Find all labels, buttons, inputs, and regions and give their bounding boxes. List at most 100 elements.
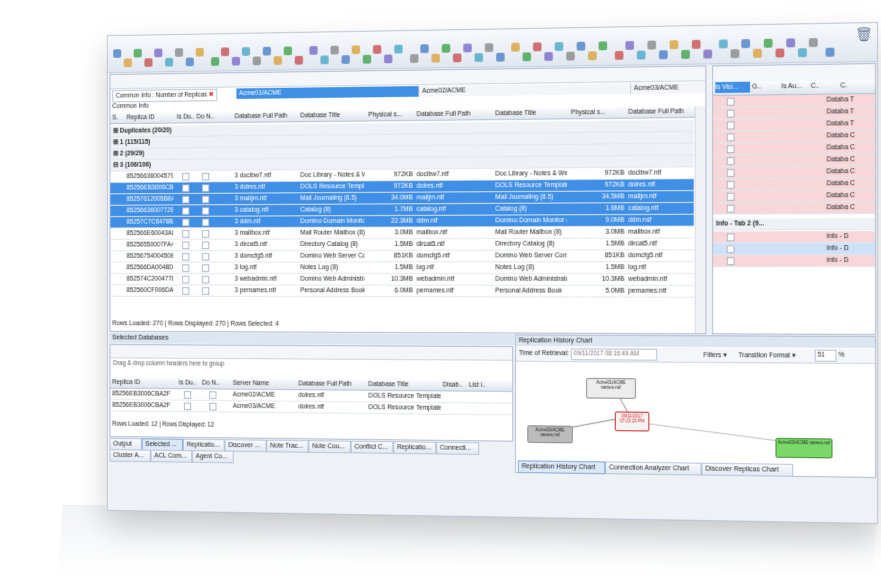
chart-tab[interactable]: Connection Analyzer Chart xyxy=(605,461,701,475)
toolbar-button-icon[interactable] xyxy=(154,49,162,58)
toolbar-button-icon[interactable] xyxy=(175,48,183,57)
selected-column-header[interactable]: Database Title xyxy=(368,379,440,390)
row-checkbox[interactable] xyxy=(202,173,209,181)
toolbar-button-icon[interactable] xyxy=(263,47,271,56)
server-band-3[interactable]: Acme03/ACME xyxy=(630,82,705,94)
row-checkbox[interactable] xyxy=(182,276,189,284)
right-column-header[interactable]: Is Au... xyxy=(781,81,808,92)
toolbar-button-icon[interactable] xyxy=(809,38,818,47)
right-checkbox[interactable] xyxy=(727,181,735,189)
right-checkbox[interactable] xyxy=(727,145,735,153)
right-row[interactable]: Databa C xyxy=(713,190,875,203)
row-checkbox[interactable] xyxy=(182,184,189,192)
chart-node-acme03[interactable]: Acme03/ACME names.nsf xyxy=(775,438,832,459)
toolbar-button-icon[interactable] xyxy=(825,48,834,57)
toolbar-button-icon[interactable] xyxy=(113,49,121,58)
retrieval-time-field[interactable]: 09/11/2017 08:16:49 AM xyxy=(571,348,657,360)
toolbar-button-icon[interactable] xyxy=(681,50,690,59)
selected-column-header[interactable]: Is Du.. xyxy=(179,378,201,389)
toolbar-button-icon[interactable] xyxy=(221,47,229,56)
toolbar-button-icon[interactable] xyxy=(533,42,542,51)
row-checkbox[interactable] xyxy=(182,207,189,215)
row-checkbox[interactable] xyxy=(202,276,209,284)
right-column-header[interactable]: C.. xyxy=(811,81,839,92)
info-checkbox[interactable] xyxy=(727,257,735,265)
toolbar-button-icon[interactable] xyxy=(196,48,204,57)
table-row[interactable]: 852574C200477845 3 webadmin.ntf Domino Web… xyxy=(110,274,693,286)
transition-format-menu[interactable]: Transition Format ▾ xyxy=(738,351,795,359)
toolbar-button-icon[interactable] xyxy=(485,43,493,52)
selected-column-header[interactable]: Do N.. xyxy=(202,378,231,389)
table-row[interactable]: 85256754004508DC 3 domcfg5.ntf Domino Web … xyxy=(110,250,693,262)
column-header[interactable]: Database Full Path xyxy=(628,106,702,118)
info-row[interactable]: Info - D xyxy=(713,231,875,243)
right-column-header[interactable]: G.. xyxy=(752,81,779,92)
right-checkbox[interactable] xyxy=(727,133,735,141)
row-checkbox[interactable] xyxy=(182,230,189,238)
column-header[interactable]: Database Title xyxy=(300,110,365,121)
row-checkbox[interactable] xyxy=(202,219,209,227)
bottom-tab[interactable]: Connecti... xyxy=(436,442,479,455)
toolbar-button-icon[interactable] xyxy=(496,53,504,62)
right-column-header[interactable]: Is Visi... xyxy=(715,82,750,93)
toolbar-button-icon[interactable] xyxy=(394,45,402,54)
row-checkbox[interactable] xyxy=(182,196,189,204)
toolbar-button-icon[interactable] xyxy=(566,52,575,61)
toolbar-button-icon[interactable] xyxy=(362,55,370,64)
column-header[interactable]: Physical s... xyxy=(571,107,625,118)
chart-tab[interactable]: Replication History Chart xyxy=(518,460,605,474)
zoom-input[interactable]: 51 xyxy=(815,350,837,362)
selected-column-header[interactable]: Replica ID xyxy=(112,377,176,388)
toolbar-button-icon[interactable] xyxy=(373,45,381,54)
bottom-tab[interactable]: Note Trac... xyxy=(266,440,308,453)
chart-tab[interactable]: Discover Replicas Chart xyxy=(701,463,793,477)
row-checkbox[interactable] xyxy=(202,184,209,192)
toolbar-button-icon[interactable] xyxy=(730,49,739,58)
right-checkbox[interactable] xyxy=(727,121,735,129)
column-header[interactable]: S. xyxy=(112,113,124,124)
row-checkbox[interactable] xyxy=(182,242,189,250)
right-checkbox[interactable] xyxy=(727,193,735,201)
bottom-tab[interactable]: Conflict C... xyxy=(351,441,394,454)
toolbar-button-icon[interactable] xyxy=(798,48,807,57)
toolbar-button-icon[interactable] xyxy=(134,49,142,58)
server-band-2[interactable]: Acme02/ACME xyxy=(418,83,632,96)
toolbar-button-icon[interactable] xyxy=(636,51,645,60)
toolbar-button-icon[interactable] xyxy=(320,55,328,64)
right-group-row[interactable]: Info - Tab 2 (9... xyxy=(713,218,875,230)
toolbar-button-icon[interactable] xyxy=(284,46,292,55)
selected-column-header[interactable]: Database Full Path xyxy=(298,379,366,390)
chart-node-acme01[interactable]: Acme01/ACME names.nsf xyxy=(586,378,636,399)
toolbar-button-icon[interactable] xyxy=(252,57,260,66)
toolbar-button-icon[interactable] xyxy=(294,56,302,65)
row-checkbox[interactable] xyxy=(182,287,189,295)
toolbar-button-icon[interactable] xyxy=(242,47,250,56)
toolbar-button-icon[interactable] xyxy=(453,53,461,62)
toolbar-button-icon[interactable] xyxy=(670,40,679,49)
toolbar-button-icon[interactable] xyxy=(647,41,656,50)
toolbar-button-icon[interactable] xyxy=(431,54,439,63)
toolbar-button-icon[interactable] xyxy=(341,55,349,64)
toolbar-button-icon[interactable] xyxy=(719,39,728,48)
selected-column-header[interactable]: Server Name xyxy=(233,378,297,389)
server-band-1[interactable]: Acme01/ACME xyxy=(236,86,419,99)
row-checkbox[interactable] xyxy=(182,173,189,181)
toolbar-button-icon[interactable] xyxy=(442,44,450,53)
toolbar-button-icon[interactable] xyxy=(420,44,428,53)
right-row[interactable]: Databa C xyxy=(713,178,875,191)
toolbar-button-icon[interactable] xyxy=(231,57,239,66)
chart-node-time[interactable]: 09/11/2017 07:23:15 PM xyxy=(615,411,650,431)
toolbar-button-icon[interactable] xyxy=(786,38,795,47)
toolbar-button-icon[interactable] xyxy=(331,46,339,55)
selected-checkbox[interactable] xyxy=(184,391,191,399)
toolbar-button-icon[interactable] xyxy=(352,45,360,54)
toolbar-button-icon[interactable] xyxy=(522,52,531,61)
toolbar-button-icon[interactable] xyxy=(474,53,482,62)
selected-column-header[interactable]: Disab.. xyxy=(443,380,467,391)
column-header[interactable]: Database Full Path xyxy=(235,111,298,122)
bottom-tab[interactable]: Replicatio... xyxy=(393,441,436,454)
toolbar-button-icon[interactable] xyxy=(384,54,392,63)
toolbar-button-icon[interactable] xyxy=(775,48,784,57)
grid-vertical-scrollbar[interactable] xyxy=(695,106,706,333)
trash-icon[interactable]: 🗑 xyxy=(855,26,873,43)
